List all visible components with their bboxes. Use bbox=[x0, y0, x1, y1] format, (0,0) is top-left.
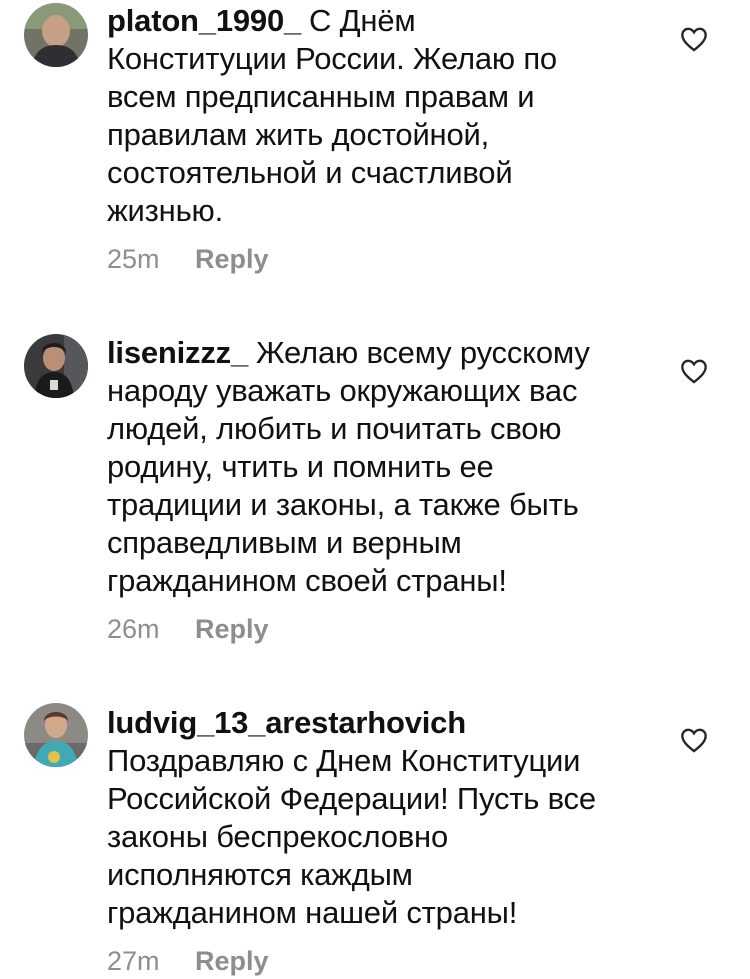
comment-text: Желаю всему русскому bbox=[256, 335, 590, 370]
comment-text-line: традиции и законы, а также быть bbox=[107, 487, 579, 522]
heart-outline-icon[interactable] bbox=[680, 26, 708, 52]
comment-meta: 26m Reply bbox=[107, 614, 269, 645]
avatar[interactable] bbox=[24, 703, 88, 767]
comment-text-line: lisenizzz_ Желаю всему русскому bbox=[107, 334, 667, 372]
timestamp: 25m bbox=[107, 244, 160, 274]
comment-text-line: жизнью. bbox=[107, 193, 224, 228]
username[interactable]: lisenizzz_ bbox=[107, 335, 248, 370]
avatar-photo-icon bbox=[24, 334, 88, 398]
comment-text-line: законы беспрекословно bbox=[107, 819, 448, 854]
comment-text-line: platon_1990_ С Днём bbox=[107, 2, 667, 40]
comment-text-line: состоятельной и счастливой bbox=[107, 155, 513, 190]
comment-meta: 27m Reply bbox=[107, 946, 269, 977]
heart-outline-icon[interactable] bbox=[680, 358, 708, 384]
comment-text-line: гражданином нашей страны! bbox=[107, 895, 518, 930]
comment-text-line: гражданином своей страны! bbox=[107, 563, 507, 598]
comment-text-line: народу уважать окружающих вас bbox=[107, 373, 578, 408]
avatar[interactable] bbox=[24, 334, 88, 398]
reply-button[interactable]: Reply bbox=[195, 244, 269, 274]
comment-text-line: справедливым и верным bbox=[107, 525, 462, 560]
comment-text-line: Российской Федерации! Пусть все bbox=[107, 781, 596, 816]
comment-text-line: Конституции России. Желаю по bbox=[107, 41, 557, 76]
avatar[interactable] bbox=[24, 3, 88, 67]
comment-meta: 25m Reply bbox=[107, 244, 269, 275]
heart-outline-icon[interactable] bbox=[680, 727, 708, 753]
timestamp: 27m bbox=[107, 946, 160, 976]
username[interactable]: ludvig_13_arestarhovich bbox=[107, 705, 466, 740]
comment-text-line: правилам жить достойной, bbox=[107, 117, 490, 152]
reply-button[interactable]: Reply bbox=[195, 946, 269, 976]
comment-text-line: людей, любить и почитать свою bbox=[107, 411, 562, 446]
comment-text-line: Поздравляю с Днем Конституции bbox=[107, 743, 581, 778]
avatar-photo-icon bbox=[24, 3, 88, 67]
comment-text-line: ludvig_13_arestarhovich bbox=[107, 704, 667, 742]
reply-button[interactable]: Reply bbox=[195, 614, 269, 644]
username[interactable]: platon_1990_ bbox=[107, 3, 301, 38]
comment-text-line: исполняются каждым bbox=[107, 857, 413, 892]
timestamp: 26m bbox=[107, 614, 160, 644]
avatar-photo-icon bbox=[24, 703, 88, 767]
comment-text: С Днём bbox=[309, 3, 416, 38]
comment-text-line: родину, чтить и помнить ее bbox=[107, 449, 494, 484]
comment-text-line: всем предписанным правам и bbox=[107, 79, 535, 114]
